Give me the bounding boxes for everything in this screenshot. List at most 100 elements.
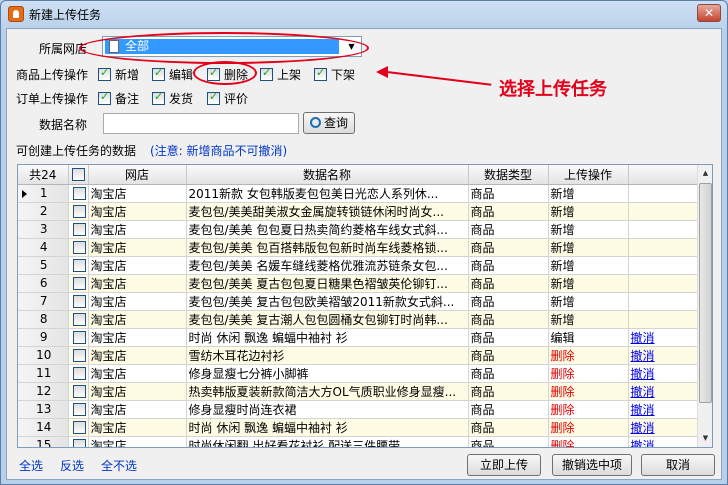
cell-undo-link[interactable]: 撤消	[628, 364, 700, 383]
cell-undo-link[interactable]: 撤消	[628, 400, 700, 419]
table-row[interactable]: 4 淘宝店 麦包包/美美 包百搭韩版包包新时尚车线菱格锁... 商品 新增	[18, 238, 700, 257]
column-header-shop[interactable]: 网店	[88, 165, 187, 185]
checkbox-box[interactable]	[152, 90, 165, 105]
row-checkbox-cell[interactable]	[68, 292, 89, 311]
close-button[interactable]: ✕	[697, 4, 721, 22]
checkbox-list[interactable]: 上架	[260, 66, 301, 83]
scroll-thumb[interactable]	[699, 183, 712, 403]
row-checkbox-cell[interactable]	[68, 202, 89, 221]
checkbox-ship-label: 发货	[169, 92, 194, 106]
table-row[interactable]: 10 淘宝店 雪纺木耳花边衬衫 商品 删除 撤消	[18, 346, 700, 365]
row-checkbox[interactable]	[72, 421, 86, 434]
row-checkbox-cell[interactable]	[68, 274, 89, 293]
checkbox-box[interactable]	[314, 66, 327, 81]
row-checkbox-cell[interactable]	[68, 346, 89, 365]
row-checkbox-cell[interactable]	[68, 400, 89, 419]
cell-undo-link[interactable]: 撤消	[628, 382, 700, 401]
row-checkbox[interactable]	[72, 187, 86, 200]
checkbox-add[interactable]: 新增	[98, 66, 139, 83]
checkbox-review[interactable]: 评价	[207, 90, 248, 107]
checkbox-ship[interactable]: 发货	[152, 90, 193, 107]
table-row[interactable]: 5 淘宝店 麦包包/美美 名媛车缝线菱格优雅流苏链条女包... 商品 新增	[18, 256, 700, 275]
checkbox-box[interactable]	[98, 90, 111, 105]
checkbox-add-label: 新增	[115, 68, 140, 82]
invert-selection-link[interactable]: 反选	[60, 457, 84, 474]
vertical-scrollbar[interactable]: ▲ ▼	[697, 165, 712, 447]
cell-undo-link[interactable]: 撤消	[628, 418, 700, 437]
row-checkbox-cell[interactable]	[68, 418, 89, 437]
row-checkbox[interactable]	[72, 367, 86, 380]
table-row[interactable]: 6 淘宝店 麦包包/美美 夏古包包夏日糖果色褶皱英伦铆钉... 商品 新增	[18, 274, 700, 293]
cell-data-type: 商品	[468, 184, 549, 203]
row-checkbox[interactable]	[72, 277, 86, 290]
row-checkbox[interactable]	[72, 439, 86, 447]
row-checkbox[interactable]	[72, 295, 86, 308]
row-checkbox-cell[interactable]	[68, 382, 89, 401]
row-checkbox[interactable]	[72, 259, 86, 272]
row-checkbox-cell[interactable]	[68, 436, 89, 447]
checkbox-box[interactable]	[207, 90, 220, 105]
title-bar[interactable]: 新建上传任务 ✕	[1, 1, 727, 27]
upload-now-button[interactable]: 立即上传	[467, 454, 541, 476]
row-checkbox-cell[interactable]	[68, 238, 89, 257]
checkbox-delist[interactable]: 下架	[314, 66, 355, 83]
table-row[interactable]: 1 淘宝店 2011新款 女包韩版麦包包美日光恋人系列休... 商品 新增	[18, 184, 700, 203]
cell-upload-op: 编辑	[548, 328, 629, 347]
row-checkbox-cell[interactable]	[68, 310, 89, 329]
table-row[interactable]: 12 淘宝店 热卖韩版夏装新款简洁大方OL气质职业修身显瘦... 商品 删除 撤消	[18, 382, 700, 401]
row-checkbox[interactable]	[72, 349, 86, 362]
table-row[interactable]: 8 淘宝店 麦包包/美美 复古潮人包包圆桶女包铆钉时尚韩... 商品 新增	[18, 310, 700, 329]
cell-shop: 淘宝店	[88, 256, 187, 275]
row-checkbox[interactable]	[72, 331, 86, 344]
cell-data-type: 商品	[468, 436, 549, 447]
row-checkbox[interactable]	[72, 205, 86, 218]
column-header-upload-op[interactable]: 上传操作	[548, 165, 629, 185]
checkbox-box[interactable]	[152, 66, 165, 81]
table-row[interactable]: 3 淘宝店 麦包包/美美 包包夏日热卖简约菱格车线女式斜... 商品 新增	[18, 220, 700, 239]
cell-data-name: 麦包包/美美 包包夏日热卖简约菱格车线女式斜...	[186, 220, 469, 239]
cancel-button[interactable]: 取消	[641, 454, 715, 476]
cell-undo-link[interactable]: 撤消	[628, 436, 700, 447]
cell-undo-link	[628, 220, 700, 239]
table-row[interactable]: 15 淘宝店 时尚休闲翻 出好看花衬衫 配送三件腰带 商品 删除 撤消	[18, 436, 700, 447]
checkbox-edit[interactable]: 编辑	[152, 66, 193, 83]
row-checkbox-cell[interactable]	[68, 256, 89, 275]
arrow-line	[386, 71, 492, 86]
cell-upload-op: 新增	[548, 256, 629, 275]
checkbox-remark[interactable]: 备注	[98, 90, 139, 107]
select-all-checkbox[interactable]	[71, 168, 85, 182]
row-checkbox-cell[interactable]	[68, 328, 89, 347]
table-row[interactable]: 11 淘宝店 修身显瘦七分裤小脚裤 商品 删除 撤消	[18, 364, 700, 383]
column-header-data-type[interactable]: 数据类型	[468, 165, 549, 185]
table-row[interactable]: 9 淘宝店 时尚 休闲 飘逸 蝙蝠中袖衬 衫商品 编辑 撤消	[18, 328, 700, 347]
row-checkbox[interactable]	[72, 403, 86, 416]
scroll-up-arrow-icon[interactable]: ▲	[699, 166, 712, 181]
row-checkbox[interactable]	[72, 223, 86, 236]
table-row[interactable]: 2 淘宝店 麦包包/美美甜美淑女金属旋转锁链休闲时尚女... 商品 新增	[18, 202, 700, 221]
cell-data-name: 时尚 休闲 飘逸 蝙蝠中袖衬 衫	[186, 418, 469, 437]
select-none-link[interactable]: 全不选	[101, 457, 137, 474]
query-button[interactable]: 查询	[303, 112, 355, 134]
row-checkbox-cell[interactable]	[68, 220, 89, 239]
row-checkbox-cell[interactable]	[68, 184, 89, 203]
row-checkbox[interactable]	[72, 241, 86, 254]
checkbox-box[interactable]	[260, 66, 273, 81]
data-name-label: 数据名称	[39, 118, 88, 132]
row-checkbox[interactable]	[72, 313, 86, 326]
cell-undo-link[interactable]: 撤消	[628, 328, 700, 347]
row-checkbox[interactable]	[72, 385, 86, 398]
checkbox-box[interactable]	[98, 66, 111, 81]
column-header-data-name[interactable]: 数据名称	[186, 165, 469, 185]
data-name-input[interactable]	[103, 113, 299, 134]
table-row[interactable]: 7 淘宝店 麦包包/美美 复古包包欧美褶皱2011新款女式斜... 商品 新增	[18, 292, 700, 311]
scroll-down-arrow-icon[interactable]: ▼	[699, 431, 712, 446]
search-icon	[309, 117, 321, 128]
select-all-link[interactable]: 全选	[19, 457, 43, 474]
row-checkbox-cell[interactable]	[68, 364, 89, 383]
cell-data-type: 商品	[468, 256, 549, 275]
column-header-select[interactable]	[68, 165, 89, 185]
table-row[interactable]: 13 淘宝店 修身显瘦时尚连衣裙 商品 删除 撤消	[18, 400, 700, 419]
cell-undo-link[interactable]: 撤消	[628, 346, 700, 365]
undo-selected-button[interactable]: 撤销选中项	[552, 454, 632, 476]
table-row[interactable]: 14 淘宝店 时尚 休闲 飘逸 蝙蝠中袖衬 衫商品 删除 撤消	[18, 418, 700, 437]
